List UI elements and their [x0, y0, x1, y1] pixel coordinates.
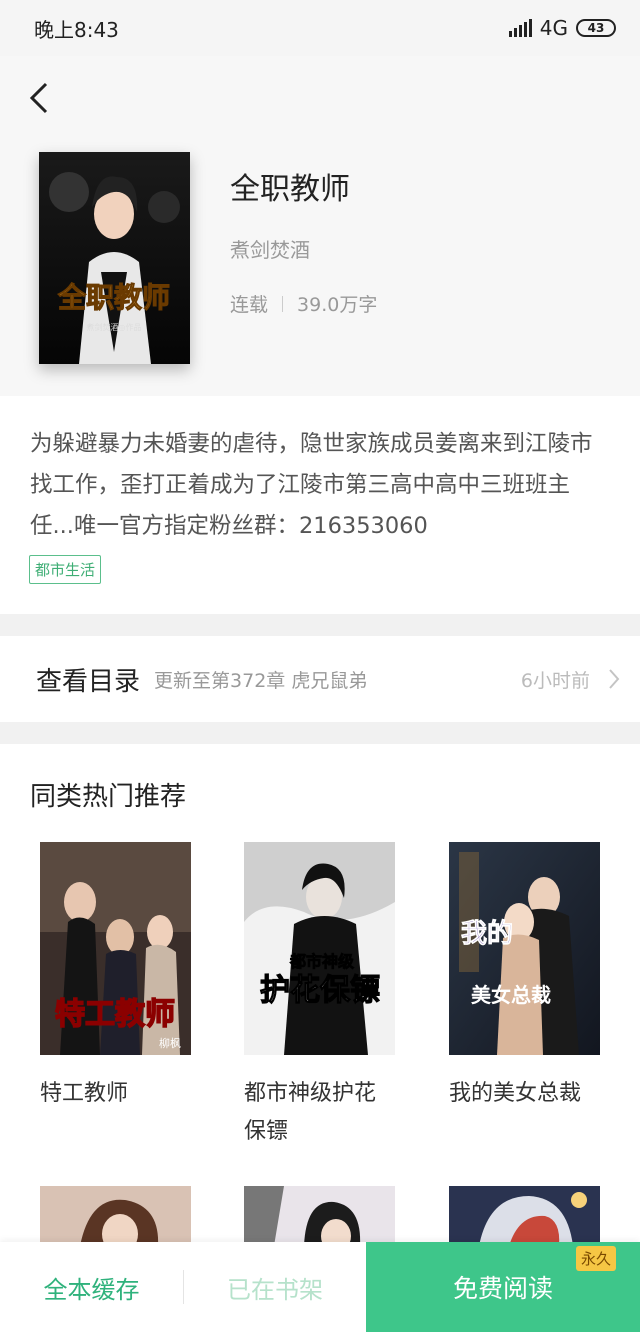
rec-cover-art-1: 特工教师	[55, 997, 175, 1032]
recommended-book-name: 特工教师	[40, 1081, 129, 1106]
book-author[interactable]: 煮剑焚酒	[230, 234, 310, 263]
cover-credit-art: 煮剑焚酒◎作品	[87, 322, 142, 332]
book-status: 连载	[230, 294, 269, 316]
book-header: 全职教师 煮剑焚酒◎作品 全职教师 煮剑焚酒 连载 39.0万字	[0, 56, 640, 396]
recommended-book-name: 我的美女总裁	[449, 1081, 582, 1106]
battery-level: 43	[587, 21, 605, 35]
latest-chapter: 更新至第372章 虎兄鼠弟	[154, 669, 368, 692]
status-time: 晚上8:43	[34, 17, 119, 42]
catalog-row[interactable]: 查看目录 更新至第372章 虎兄鼠弟 6小时前	[0, 636, 640, 722]
rec-cover-sub-2: 都市神级	[289, 952, 355, 971]
recommended-book[interactable]: 都市神级 护花保镖 都市神级护花保镖	[244, 842, 395, 1151]
recommended-book[interactable]: 特工教师 柳枫 特工教师	[40, 842, 191, 1113]
chevron-left-icon	[29, 82, 48, 114]
rec-cover-sub-1: 柳枫	[159, 1036, 181, 1050]
recommended-book-cover: 特工教师 柳枫	[40, 842, 191, 1055]
genre-tag[interactable]: 都市生活	[29, 555, 102, 584]
recommended-book-cover: 都市神级 护花保镖	[244, 842, 395, 1055]
book-description[interactable]: 为躲避暴力未婚妻的虐待，隐世家族成员姜离来到江陵市找工作，歪打正着成为了江陵市第…	[30, 424, 610, 547]
bottom-action-bar: 全本缓存 已在书架 免费阅读 永久	[0, 1242, 640, 1332]
back-button[interactable]	[24, 80, 54, 116]
recommended-book-cover[interactable]	[449, 1186, 600, 1246]
book-title: 全职教师	[230, 172, 350, 207]
book-cover: 全职教师 煮剑焚酒◎作品	[39, 152, 190, 364]
status-indicators: 4G 43	[508, 16, 616, 40]
cover-title-art: 全职教师	[57, 281, 170, 314]
book-word-count: 39.0万字	[297, 294, 378, 316]
recommendation-title: 同类热门推荐	[30, 782, 187, 812]
battery-icon: 43	[576, 19, 616, 37]
network-type: 4G	[539, 16, 568, 40]
meta-divider	[282, 295, 284, 312]
recommended-book-cover[interactable]	[40, 1186, 191, 1246]
free-read-button[interactable]: 免费阅读 永久	[366, 1242, 640, 1332]
bookshelf-button[interactable]: 已在书架	[184, 1242, 366, 1332]
download-all-button[interactable]: 全本缓存	[0, 1242, 183, 1332]
catalog-label: 查看目录	[36, 666, 141, 697]
chevron-right-icon	[609, 669, 620, 689]
book-meta: 连载 39.0万字	[230, 290, 377, 317]
rec-cover-sub-3: 我的	[461, 918, 513, 949]
rec-cover-art-3: 美女总裁	[471, 983, 551, 1007]
description-section: 为躲避暴力未婚妻的虐待，隐世家族成员姜离来到江陵市找工作，歪打正着成为了江陵市第…	[0, 396, 640, 614]
signal-icon	[508, 19, 532, 37]
recommended-book[interactable]: 我的 美女总裁 我的美女总裁	[449, 842, 600, 1113]
recommended-book-cover[interactable]	[244, 1186, 395, 1246]
recommended-book-name: 都市神级护花保镖	[244, 1081, 377, 1144]
status-bar: 晚上8:43 4G 43	[0, 0, 640, 56]
update-time: 6小时前	[520, 669, 590, 692]
free-read-label: 免费阅读	[452, 1274, 553, 1303]
book-detail-page: 晚上8:43 4G 43 全职教师 煮剑焚酒◎作品 全职教师 煮剑焚酒 连载 3…	[0, 0, 640, 1332]
rec-cover-art-2: 护花保镖	[260, 973, 380, 1008]
permanent-badge: 永久	[575, 1246, 616, 1271]
recommended-book-cover: 我的 美女总裁	[449, 842, 600, 1055]
